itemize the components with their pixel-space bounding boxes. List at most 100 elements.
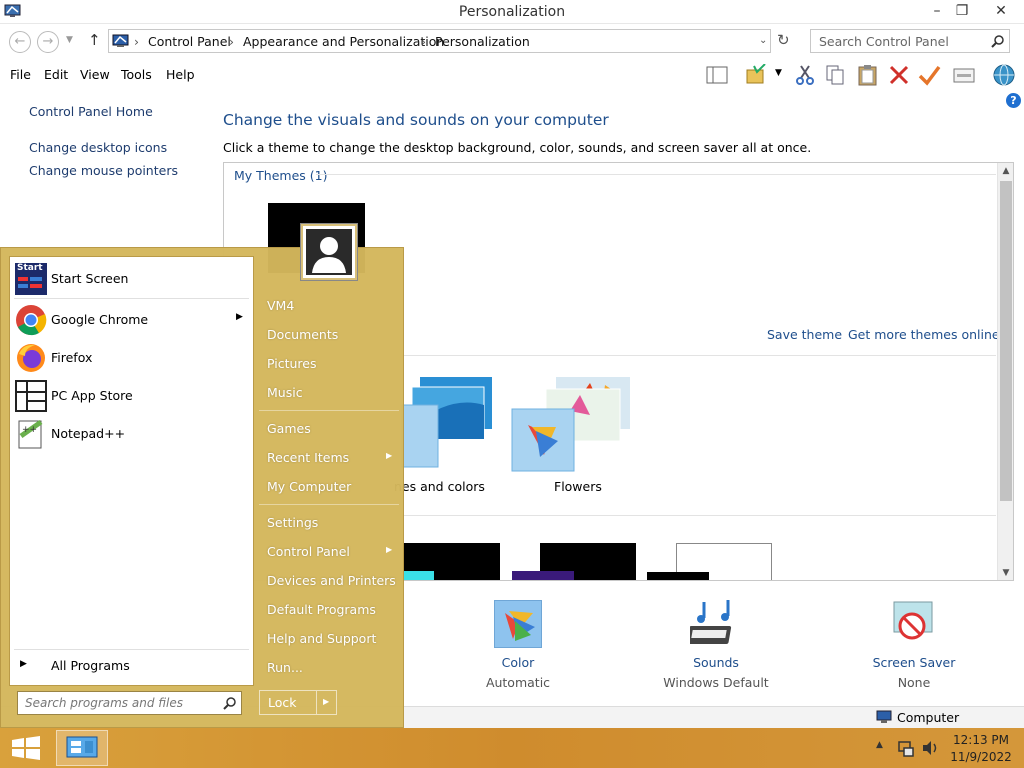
status-computer-label: Computer: [897, 710, 960, 725]
scroll-up-icon[interactable]: ▲: [998, 163, 1013, 179]
programs-divider: [14, 298, 249, 299]
theme-lines-colors-thumbnail[interactable]: [400, 375, 495, 470]
forward-button[interactable]: →: [37, 31, 59, 53]
start-settings[interactable]: Settings: [267, 515, 318, 530]
notepad-plus-plus-item[interactable]: ++ Notepad++: [10, 416, 253, 452]
breadcrumb-personalization[interactable]: Personalization: [435, 34, 530, 49]
google-chrome-item[interactable]: Google Chrome ▶: [10, 302, 253, 338]
menu-help[interactable]: Help: [166, 67, 195, 82]
theme-flowers-label: Flowers: [554, 479, 602, 494]
clock-date[interactable]: 11/9/2022: [948, 750, 1014, 764]
start-search-icon[interactable]: [223, 696, 237, 713]
start-search-input[interactable]: Search programs and files: [17, 691, 242, 715]
folder-options-icon[interactable]: [744, 63, 768, 86]
scrollbar-thumb[interactable]: [1000, 181, 1012, 501]
show-hidden-icons-icon[interactable]: ▲: [876, 740, 883, 750]
save-theme-link[interactable]: Save theme: [767, 327, 842, 342]
refresh-button[interactable]: ↻: [777, 31, 790, 49]
address-dropdown-icon[interactable]: ⌄: [759, 35, 767, 46]
menu-view[interactable]: View: [80, 67, 110, 82]
section-divider: [404, 355, 996, 356]
high-contrast-theme-thumbnail[interactable]: [512, 543, 636, 580]
screen-saver-label: Screen Saver: [872, 655, 956, 670]
paste-icon[interactable]: [856, 64, 880, 86]
user-avatar-icon: [306, 229, 352, 275]
clock-time[interactable]: 12:13 PM: [948, 733, 1014, 747]
lock-button[interactable]: Lock: [268, 695, 297, 710]
sounds-value: Windows Default: [663, 675, 769, 690]
chrome-submenu-arrow-icon[interactable]: ▶: [236, 312, 243, 322]
folder-options-dropdown-icon[interactable]: ▼: [775, 68, 782, 78]
change-desktop-icons-link[interactable]: Change desktop icons: [29, 140, 167, 155]
menu-file[interactable]: File: [10, 67, 31, 82]
sounds-label: Sounds: [693, 655, 739, 670]
history-dropdown-icon[interactable]: ▼: [66, 35, 73, 45]
pc-app-store-item[interactable]: PC App Store: [10, 378, 253, 414]
menu-tools[interactable]: Tools: [121, 67, 152, 82]
all-programs-item[interactable]: ▶ All Programs: [10, 655, 253, 679]
chrome-icon: [15, 304, 47, 336]
theme-flowers-thumbnail[interactable]: [510, 375, 635, 475]
start-pictures[interactable]: Pictures: [267, 356, 317, 371]
change-mouse-pointers-link[interactable]: Change mouse pointers: [29, 163, 178, 178]
all-programs-label: All Programs: [51, 658, 130, 673]
check-icon[interactable]: [918, 64, 942, 86]
start-documents[interactable]: Documents: [267, 327, 338, 342]
close-button[interactable]: ✕: [984, 0, 1018, 22]
search-input[interactable]: Search Control Panel: [810, 29, 1010, 53]
start-devices-printers[interactable]: Devices and Printers: [267, 573, 396, 588]
color-label: Color: [501, 655, 535, 670]
globe-icon[interactable]: [990, 64, 1018, 86]
layout-icon[interactable]: [705, 64, 729, 86]
breadcrumb-control-panel[interactable]: Control Panel: [148, 34, 231, 49]
lock-split-button[interactable]: Lock ▶: [259, 690, 337, 715]
cut-icon[interactable]: [794, 64, 818, 86]
start-recent-items[interactable]: Recent Items: [267, 450, 349, 465]
menu-edit[interactable]: Edit: [44, 67, 68, 82]
search-placeholder: Search Control Panel: [819, 34, 949, 49]
color-icon: [494, 600, 542, 648]
lock-options-arrow-icon[interactable]: ▶: [323, 697, 329, 706]
start-control-panel[interactable]: Control Panel: [267, 544, 350, 559]
start-help-support[interactable]: Help and Support: [267, 631, 376, 646]
breadcrumb-appearance[interactable]: Appearance and Personalization: [243, 34, 444, 49]
recent-items-arrow-icon[interactable]: ▶: [386, 451, 392, 460]
start-screen-item[interactable]: Start Start Screen: [10, 261, 253, 297]
delete-icon[interactable]: [888, 64, 912, 86]
vertical-scrollbar[interactable]: ▲ ▼: [997, 163, 1013, 580]
user-avatar[interactable]: [301, 224, 357, 280]
all-programs-arrow-icon: ▶: [20, 659, 27, 669]
high-contrast-theme-thumbnail[interactable]: [404, 543, 500, 580]
start-button[interactable]: [6, 732, 46, 764]
search-icon[interactable]: [991, 34, 1005, 51]
scroll-down-icon[interactable]: ▼: [998, 565, 1013, 580]
help-icon[interactable]: ?: [1006, 93, 1021, 108]
back-button[interactable]: ←: [9, 31, 31, 53]
breadcrumb-separator-icon: ›: [229, 34, 234, 49]
start-my-computer[interactable]: My Computer: [267, 479, 351, 494]
control-panel-home-link[interactable]: Control Panel Home: [29, 104, 153, 119]
color-value: Automatic: [485, 675, 551, 690]
address-bar[interactable]: › Control Panel › Appearance and Persona…: [108, 29, 771, 53]
high-contrast-white-thumbnail[interactable]: [647, 543, 772, 580]
start-games[interactable]: Games: [267, 421, 311, 436]
properties-icon[interactable]: [952, 64, 976, 86]
start-default-programs[interactable]: Default Programs: [267, 602, 376, 617]
computer-icon: [876, 710, 892, 724]
copy-icon[interactable]: [824, 64, 848, 86]
get-more-themes-link[interactable]: Get more themes online: [848, 327, 1000, 342]
firefox-item[interactable]: Firefox: [10, 340, 253, 376]
control-panel-arrow-icon[interactable]: ▶: [386, 545, 392, 554]
start-vm4[interactable]: VM4: [267, 298, 294, 313]
network-icon[interactable]: [896, 738, 916, 758]
restore-button[interactable]: ❐: [947, 0, 977, 22]
notepad-plus-plus-label: Notepad++: [51, 426, 126, 441]
app-store-icon: [15, 380, 47, 412]
up-button[interactable]: ↑: [88, 31, 101, 49]
start-music[interactable]: Music: [267, 385, 303, 400]
notepad-icon: ++: [15, 418, 47, 450]
volume-icon[interactable]: [920, 738, 940, 758]
start-run[interactable]: Run...: [267, 660, 303, 675]
page-description: Click a theme to change the desktop back…: [223, 140, 812, 155]
taskbar-control-panel-button[interactable]: [56, 730, 108, 766]
